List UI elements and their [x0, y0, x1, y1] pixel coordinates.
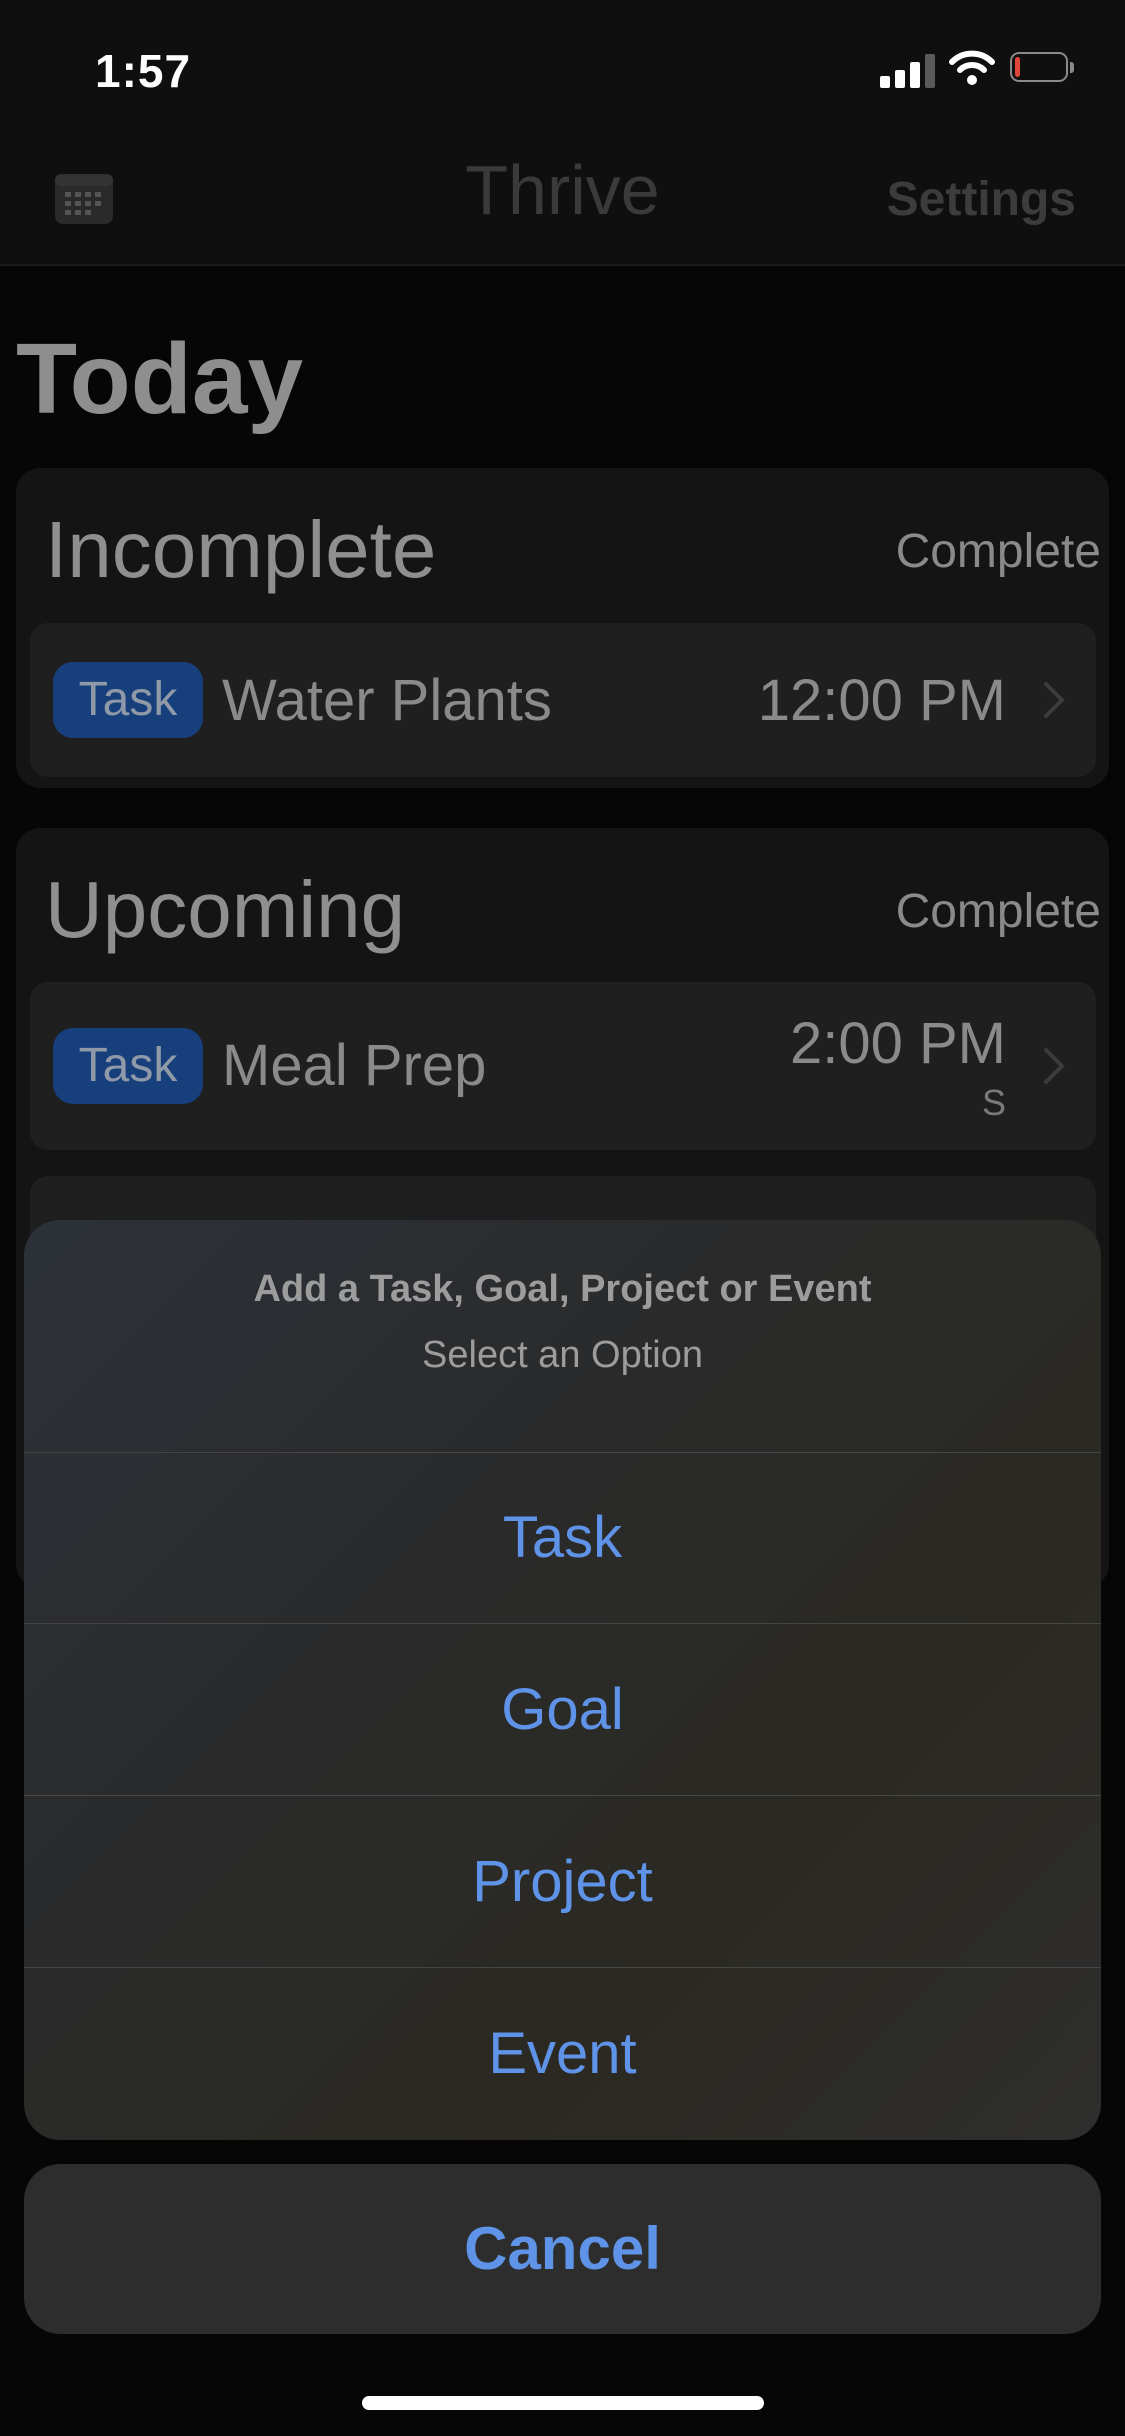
screen: 1:57 Thrive Settings Today Incomplete Co… [0, 0, 1125, 2436]
status-bar: 1:57 [0, 0, 1125, 132]
option-event-button[interactable]: Event [24, 1968, 1101, 2140]
signal-icon [880, 52, 936, 88]
page-title: Today [16, 323, 304, 435]
battery-icon [1010, 52, 1076, 84]
task-row[interactable]: Task Water Plants 12:00 PM [30, 623, 1096, 777]
action-sheet-header: Add a Task, Goal, Project or Event Selec… [24, 1220, 1101, 1453]
settings-button[interactable]: Settings [887, 172, 1076, 227]
section-title: Incomplete [45, 505, 437, 594]
complete-button[interactable]: Complete [896, 524, 1101, 579]
chevron-right-icon [1044, 682, 1064, 718]
option-project-button[interactable]: Project [24, 1796, 1101, 1968]
action-sheet-title: Add a Task, Goal, Project or Event [253, 1268, 872, 1310]
action-sheet-subtitle: Select an Option [422, 1334, 703, 1376]
wifi-icon [949, 50, 995, 85]
home-indicator[interactable] [362, 2396, 764, 2410]
option-task-button[interactable]: Task [24, 1452, 1101, 1624]
complete-button[interactable]: Complete [896, 884, 1101, 939]
task-badge: Task [53, 662, 203, 738]
option-goal-button[interactable]: Goal [24, 1624, 1101, 1796]
chevron-right-icon [1044, 1048, 1064, 1084]
action-sheet: Add a Task, Goal, Project or Event Selec… [24, 1220, 1101, 2140]
task-name: Water Plants [222, 668, 552, 733]
task-time: 12:00 PM [757, 668, 1006, 733]
task-name: Meal Prep [222, 1033, 487, 1098]
cancel-button[interactable]: Cancel [24, 2164, 1101, 2334]
section-title: Upcoming [45, 865, 406, 954]
task-badge: Task [53, 1028, 203, 1104]
task-repeat-label: S [981, 1082, 1006, 1123]
battery-level [1015, 57, 1020, 77]
nav-bar: Thrive Settings [0, 132, 1125, 266]
status-time: 1:57 [95, 45, 192, 97]
task-time: 2:00 PM [790, 1011, 1006, 1076]
task-row[interactable]: Task Meal Prep 2:00 PM S [30, 982, 1096, 1150]
incomplete-section: Incomplete Complete Task Water Plants 12… [16, 468, 1109, 788]
